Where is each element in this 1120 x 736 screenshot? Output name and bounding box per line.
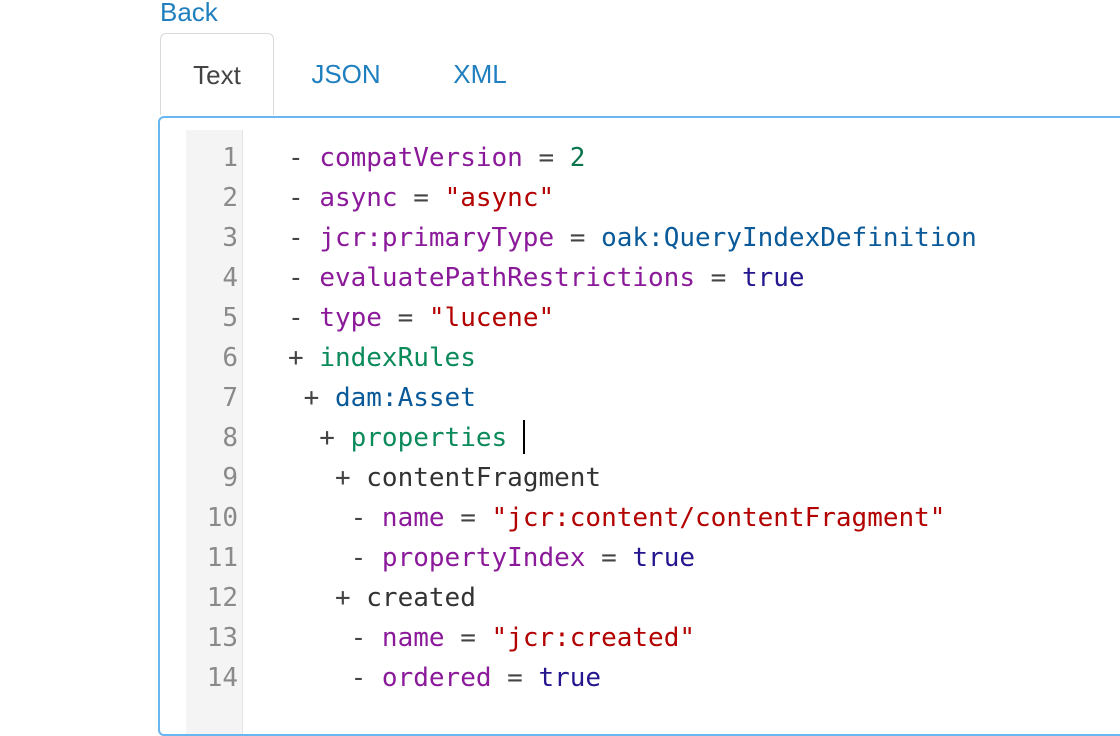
line-number: 9 [222, 463, 238, 493]
property-key: async [319, 183, 398, 213]
tree-marker: - [288, 623, 382, 653]
code-line: 5 - type = "lucene" [160, 298, 1120, 338]
line-number: 6 [222, 343, 238, 373]
tree-marker: + [288, 583, 367, 613]
line-number: 14 [206, 663, 238, 693]
property-value: true [632, 543, 696, 573]
equals-operator: = [397, 183, 445, 213]
tree-marker: + [288, 383, 335, 413]
line-number: 3 [222, 223, 238, 253]
tree-marker: - [288, 263, 320, 293]
code-content: - jcr:primaryType = oak:QueryIndexDefini… [288, 218, 977, 258]
back-link[interactable]: Back [160, 0, 218, 28]
property-key: compatVersion [319, 143, 523, 173]
property-key: name [381, 503, 445, 533]
code-content: - async = "async" [288, 178, 554, 218]
node-name: created [366, 583, 476, 613]
line-number: 11 [206, 543, 238, 573]
tree-marker: + [288, 343, 320, 373]
code-line: 10 - name = "jcr:content/contentFragment… [160, 498, 1120, 538]
code-content: - ordered = true [288, 658, 601, 698]
equals-operator: = [554, 223, 602, 253]
property-key: evaluatePathRestrictions [319, 263, 695, 293]
tree-marker: - [288, 223, 320, 253]
code-content: + created [288, 578, 476, 618]
property-value: "lucene" [428, 303, 555, 333]
line-number: 12 [206, 583, 238, 613]
code-lines: 1- compatVersion = 22- async = "async" 3-… [160, 138, 1120, 698]
code-line: 12 + created [160, 578, 1120, 618]
line-number: 10 [206, 503, 238, 533]
property-key: type [319, 303, 382, 333]
code-line: 8 + properties [160, 418, 1120, 458]
line-number: 2 [222, 183, 238, 213]
code-content: - compatVersion = 2 [288, 138, 585, 178]
tree-marker: - [288, 503, 382, 533]
tree-marker: - [288, 183, 320, 213]
code-line: 1 - compatVersion = 2 [160, 138, 1120, 178]
code-line: 6 + indexRules [160, 338, 1120, 378]
code-content: + dam:Asset [288, 378, 476, 418]
tree-marker: + [288, 463, 367, 493]
property-key: ordered [381, 663, 492, 693]
tab-xml[interactable]: XML [424, 33, 536, 115]
equals-operator: = [381, 303, 429, 333]
code-content: - propertyIndex = true [288, 538, 695, 578]
property-key: propertyIndex [381, 543, 586, 573]
node-name: indexRules [319, 343, 476, 373]
code-content: + indexRules [288, 338, 476, 378]
tree-marker: + [288, 423, 351, 453]
node-name: dam:Asset [334, 383, 476, 413]
code-content: - name = "jcr:content/contentFragment" [288, 498, 946, 538]
node-name: contentFragment [366, 463, 602, 493]
code-line: 3 - jcr:primaryType = oak:QueryIndexDefin… [160, 218, 1120, 258]
equals-operator: = [444, 623, 492, 653]
line-number: 4 [222, 263, 238, 293]
equals-operator: = [585, 543, 633, 573]
code-editor[interactable]: 1- compatVersion = 22- async = "async" 3-… [158, 116, 1120, 736]
property-value: "jcr:content/contentFragment" [491, 503, 946, 533]
tab-text[interactable]: Text [160, 33, 274, 115]
line-number: 8 [222, 423, 238, 453]
code-content: - name = "jcr:created" [288, 618, 695, 658]
equals-operator: = [491, 663, 539, 693]
equals-operator: = [444, 503, 492, 533]
code-content: - type = "lucene" [288, 298, 554, 338]
code-line: 11 - propertyIndex = true [160, 538, 1120, 578]
property-key: name [381, 623, 445, 653]
property-value: "async" [444, 183, 555, 213]
code-line: 4 - evaluatePathRestrictions = true [160, 258, 1120, 298]
property-value: oak:QueryIndexDefinition [601, 223, 977, 253]
line-number: 5 [222, 303, 238, 333]
code-line: 13 - name = "jcr:created" [160, 618, 1120, 658]
line-number: 1 [222, 143, 238, 173]
tree-marker: - [288, 303, 320, 333]
code-line: 9 + contentFragment [160, 458, 1120, 498]
tree-marker: - [288, 143, 320, 173]
code-line: 2 - async = "async" [160, 178, 1120, 218]
property-value: 2 [569, 143, 586, 173]
node-name: properties [350, 423, 508, 453]
code-content: + properties [288, 418, 526, 458]
tree-marker: - [288, 543, 382, 573]
code-line: 7 + dam:Asset [160, 378, 1120, 418]
code-content: + contentFragment [288, 458, 601, 498]
equals-operator: = [522, 143, 570, 173]
line-number: 13 [206, 623, 238, 653]
code-content: - evaluatePathRestrictions = true [288, 258, 805, 298]
tab-json[interactable]: JSON [290, 33, 402, 115]
text-cursor [523, 419, 526, 454]
property-value: true [538, 663, 602, 693]
tree-marker: - [288, 663, 382, 693]
code-line: 14 - ordered = true [160, 658, 1120, 698]
equals-operator: = [695, 263, 742, 293]
property-key: jcr:primaryType [319, 223, 555, 253]
line-number: 7 [222, 383, 238, 413]
property-value: "jcr:created" [491, 623, 696, 653]
format-tabs: Text JSON XML [160, 33, 1120, 115]
property-value: true [741, 263, 805, 293]
